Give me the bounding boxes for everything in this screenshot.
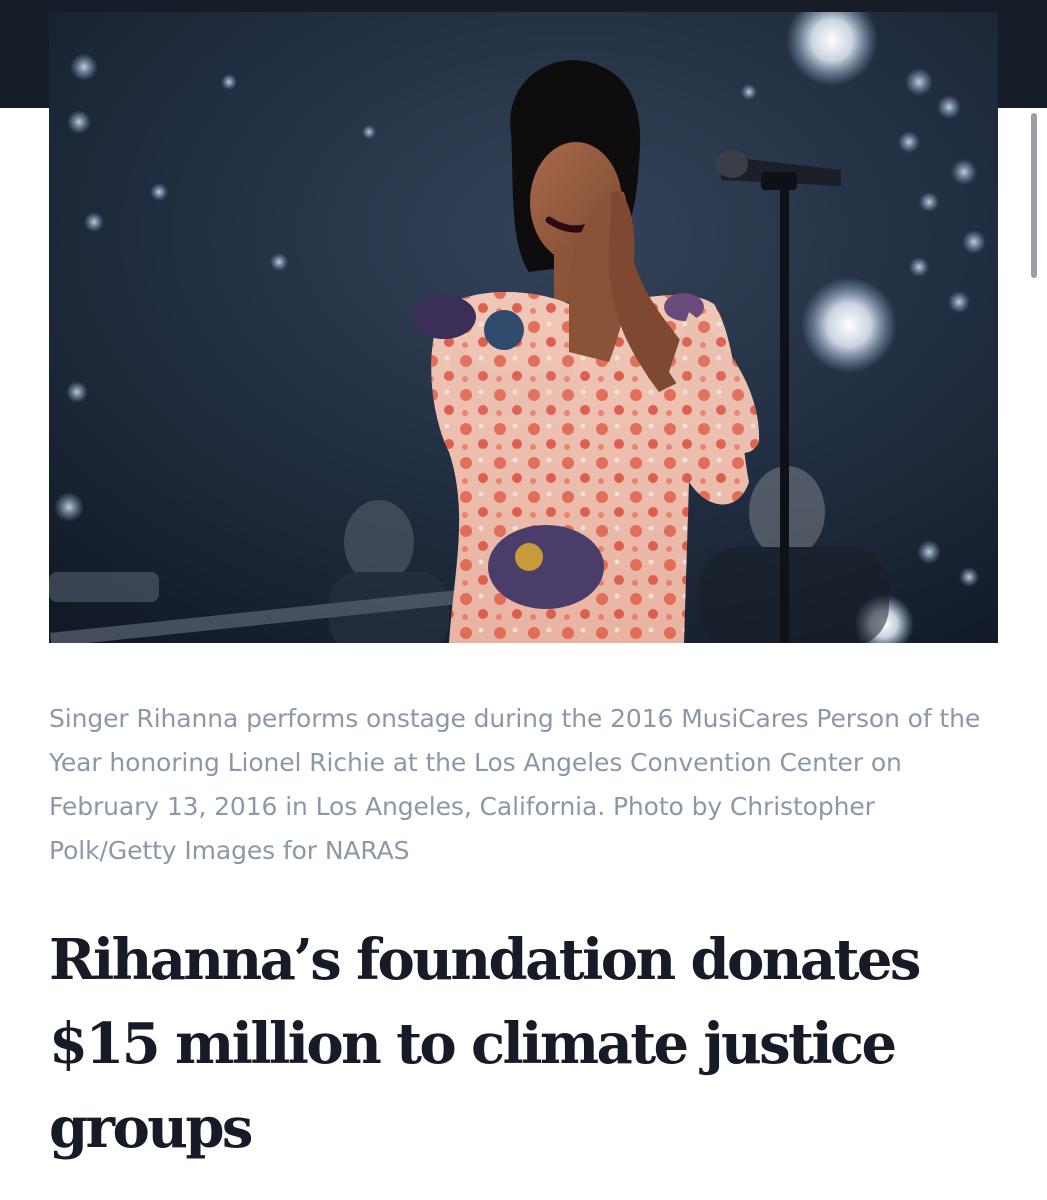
spotlight-right bbox=[801, 277, 897, 373]
image-caption: Singer Rihanna performs onstage during t… bbox=[49, 704, 981, 865]
article-headline[interactable]: Rihanna’s foundation donates $15 million… bbox=[49, 918, 1034, 1170]
hero-photo-illustration bbox=[49, 12, 998, 643]
hero-image bbox=[49, 12, 998, 643]
scrollbar[interactable] bbox=[1031, 113, 1037, 278]
